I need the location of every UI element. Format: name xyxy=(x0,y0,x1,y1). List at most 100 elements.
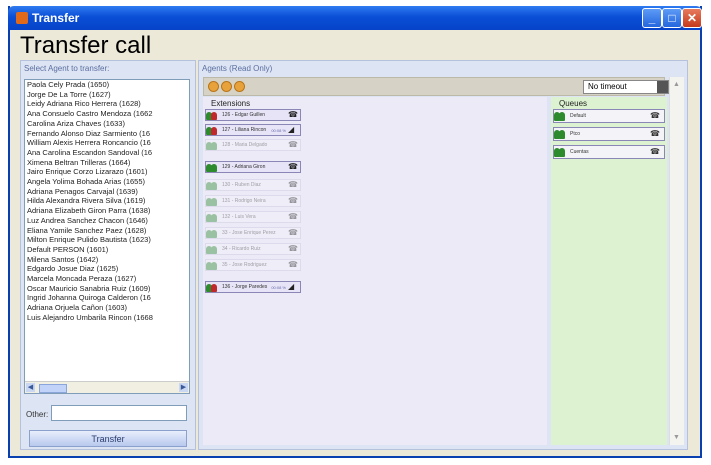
agent-people-icon xyxy=(204,163,218,173)
extension-label: 34 - Ricardo Ruiz xyxy=(222,246,261,252)
agent-people-icon xyxy=(204,245,218,255)
phone-off-hook-icon: ◢ xyxy=(288,125,295,134)
queue-card[interactable]: Ptco ☎ xyxy=(553,127,665,141)
app-icon xyxy=(16,12,28,24)
agent-people-icon xyxy=(204,181,218,191)
extension-card[interactable]: 128 - Maria Delgado ☎ xyxy=(205,139,301,151)
list-item[interactable]: William Alexis Herrera Roncancio (16 xyxy=(25,138,189,148)
close-button[interactable]: ✕ xyxy=(682,8,702,28)
extension-percent: 00:08 % xyxy=(271,285,286,290)
scroll-up-icon[interactable]: ▲ xyxy=(671,79,682,90)
queue-card[interactable]: Cuentas ☎ xyxy=(553,145,665,159)
list-item[interactable]: Adriana Orjuela Cañon (1603) xyxy=(25,303,189,313)
list-item[interactable]: Milena Santos (1642) xyxy=(25,255,189,265)
agent-people-icon xyxy=(204,197,218,207)
list-item[interactable]: Leidy Adriana Rico Herrera (1628) xyxy=(25,99,189,109)
list-item[interactable]: Marcela Moncada Peraza (1627) xyxy=(25,274,189,284)
transfer-button[interactable]: Transfer xyxy=(29,430,187,447)
vertical-scrollbar[interactable]: ▲ ▼ xyxy=(669,77,684,445)
list-item[interactable]: Ximena Beltran Trilleras (1664) xyxy=(25,158,189,168)
phone-icon: ☎ xyxy=(650,111,660,120)
extension-label: 127 - Liliana Rincon xyxy=(222,127,267,133)
timeout-value: No timeout xyxy=(588,82,627,91)
extension-card[interactable]: 126 - Edgar Guillen ☎ xyxy=(205,109,301,121)
queue-label: Default xyxy=(570,113,586,119)
extension-card[interactable]: 136 - Jorge Paredes 00:08 % ◢ xyxy=(205,281,301,293)
other-input[interactable] xyxy=(51,405,187,421)
list-item[interactable]: Luz Andrea Sanchez Chacon (1646) xyxy=(25,216,189,226)
lock-icon[interactable] xyxy=(208,81,219,92)
list-item[interactable]: Ana Consuelo Castro Mendoza (1662 xyxy=(25,109,189,119)
extension-card[interactable]: 35 - Jose Rodriguez ☎ xyxy=(205,259,301,271)
extension-label: 131 - Rodrigo Neira xyxy=(222,198,266,204)
list-item[interactable]: Default PERSON (1601) xyxy=(25,245,189,255)
queue-people-icon xyxy=(552,129,566,140)
toolbar: No timeout xyxy=(203,77,669,96)
phone-icon: ☎ xyxy=(288,110,298,119)
select-agent-panel: Select Agent to transfer: Paola Cely Pra… xyxy=(20,60,196,450)
minimize-button[interactable]: _ xyxy=(642,8,662,28)
list-item[interactable]: Ingrid Johanna Quiroga Calderon (16 xyxy=(25,293,189,303)
agent-list[interactable]: Paola Cely Prada (1650) Jorge De La Torre… xyxy=(24,79,190,394)
phone-icon: ☎ xyxy=(288,212,298,221)
phone-icon: ☎ xyxy=(288,260,298,269)
scroll-thumb[interactable] xyxy=(39,384,67,393)
settings-icon[interactable] xyxy=(234,81,245,92)
chevron-down-icon[interactable] xyxy=(657,81,668,93)
extension-label: 35 - Jose Rodriguez xyxy=(222,262,267,268)
extension-label: 128 - Maria Delgado xyxy=(222,142,268,148)
scroll-right-icon[interactable]: ▶ xyxy=(179,383,188,392)
phone-icon: ☎ xyxy=(288,196,298,205)
list-item[interactable]: Oscar Mauricio Sanabria Ruiz (1609) xyxy=(25,284,189,294)
extension-card[interactable]: 33 - Jose Enrique Perez ☎ xyxy=(205,227,301,239)
extension-card[interactable]: 131 - Rodrigo Neira ☎ xyxy=(205,195,301,207)
agents-readonly-label: Agents (Read Only) xyxy=(202,64,273,73)
other-label: Other: xyxy=(26,410,49,419)
list-item[interactable]: Eliana Yamile Sanchez Paez (1628) xyxy=(25,226,189,236)
list-item[interactable]: Edgardo Josue Diaz (1625) xyxy=(25,264,189,274)
extension-card[interactable]: 34 - Ricardo Ruiz ☎ xyxy=(205,243,301,255)
agent-people-icon xyxy=(204,261,218,271)
extension-card[interactable]: 129 - Adriana Giron ☎ xyxy=(205,161,301,173)
list-item[interactable]: Paola Cely Prada (1650) xyxy=(25,80,189,90)
page-title: Transfer call xyxy=(20,32,152,59)
extensions-area: Extensions 126 - Edgar Guillen ☎ 127 - Lil… xyxy=(203,97,547,445)
list-item[interactable]: Adriana Penagos Carvajal (1639) xyxy=(25,187,189,197)
phone-icon: ☎ xyxy=(288,162,298,171)
maximize-button[interactable]: □ xyxy=(662,8,682,28)
list-item[interactable]: Carolina Ariza Chaves (1633) xyxy=(25,119,189,129)
queue-card[interactable]: Default ☎ xyxy=(553,109,665,123)
list-item[interactable]: Hilda Alexandra Rivera Silva (1619) xyxy=(25,196,189,206)
list-item[interactable]: Ana Carolina Escandon Sandoval (16 xyxy=(25,148,189,158)
extension-percent: 00:08 % xyxy=(271,128,286,133)
list-item[interactable]: Angela Yolima Bohada Arias (1655) xyxy=(25,177,189,187)
select-agent-label: Select Agent to transfer: xyxy=(24,64,110,73)
horizontal-scrollbar[interactable]: ◀ ▶ xyxy=(25,381,189,393)
list-item[interactable]: Luis Alejandro Umbarila Rincon (1668 xyxy=(25,313,189,323)
window-title: Transfer xyxy=(32,11,80,25)
list-item[interactable]: Jorge De La Torre (1627) xyxy=(25,90,189,100)
phone-icon: ☎ xyxy=(288,228,298,237)
list-item[interactable]: Adriana Elizabeth Giron Parra (1638) xyxy=(25,206,189,216)
queue-label: Ptco xyxy=(570,131,581,137)
refresh-icon[interactable] xyxy=(221,81,232,92)
phone-off-hook-icon: ◢ xyxy=(288,282,295,291)
extension-card[interactable]: 127 - Liliana Rincon 00:08 % ◢ xyxy=(205,124,301,136)
queue-label: Cuentas xyxy=(570,149,589,155)
scroll-down-icon[interactable]: ▼ xyxy=(671,432,682,443)
queues-area: Queues Default ☎ Ptco ☎ Cuentas ☎ xyxy=(551,97,667,445)
extension-label: 129 - Adriana Giron xyxy=(222,164,266,170)
extension-card[interactable]: 130 - Ruben Diaz ☎ xyxy=(205,179,301,191)
timeout-select[interactable]: No timeout xyxy=(583,80,669,94)
extensions-label: Extensions xyxy=(211,99,251,108)
queue-people-icon xyxy=(552,147,566,158)
extension-label: 33 - Jose Enrique Perez xyxy=(222,230,276,236)
extension-card[interactable]: 132 - Luis Vera ☎ xyxy=(205,211,301,223)
list-item[interactable]: Jairo Enrique Corzo Lizarazo (1601) xyxy=(25,167,189,177)
agent-people-icon xyxy=(204,213,218,223)
list-item[interactable]: Fernando Alonso Diaz Sarmiento (16 xyxy=(25,129,189,139)
list-item[interactable]: Milton Enrique Pulido Bautista (1623) xyxy=(25,235,189,245)
scroll-left-icon[interactable]: ◀ xyxy=(26,383,35,392)
title-bar[interactable]: Transfer _ □ ✕ xyxy=(8,6,702,30)
phone-icon: ☎ xyxy=(288,140,298,149)
